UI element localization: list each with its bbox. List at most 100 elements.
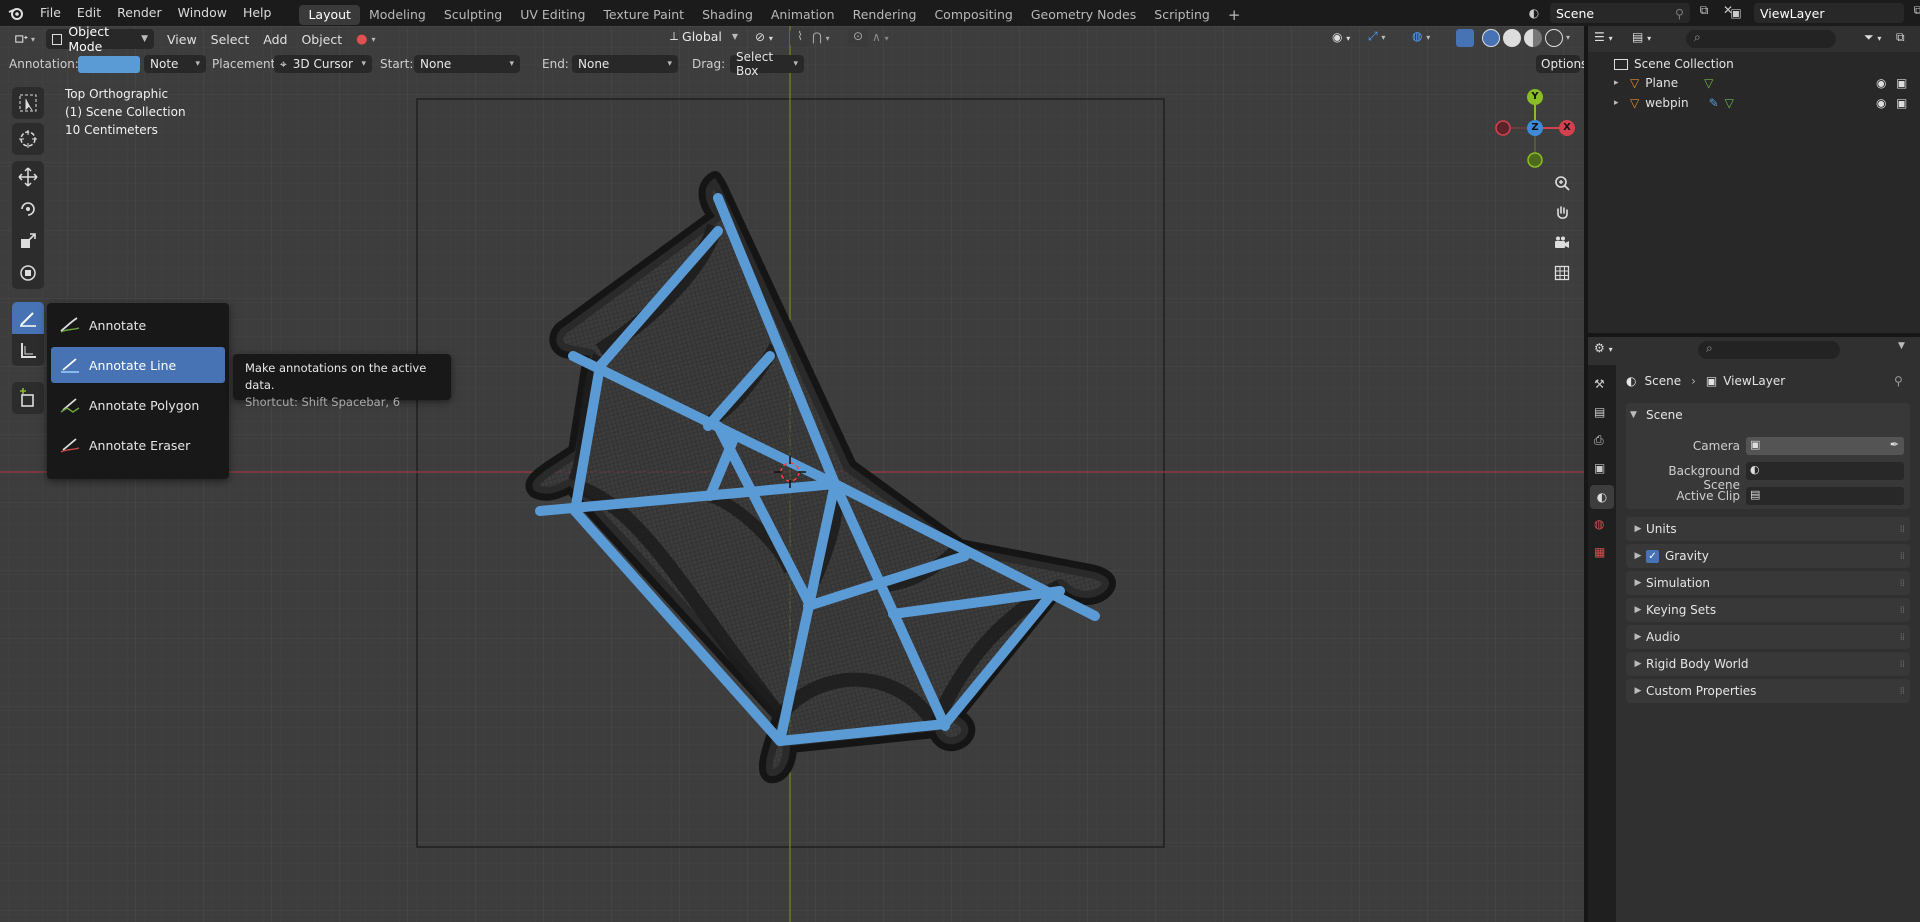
annotation-type-dropdown[interactable]: Note ▾: [144, 55, 206, 73]
gizmo-z-axis[interactable]: Z: [1527, 120, 1543, 136]
xray-toggle-icon[interactable]: [1456, 29, 1474, 47]
snap-toggle-icon[interactable]: ⌇: [790, 29, 810, 47]
scene-name-field[interactable]: Scene ⚲: [1550, 3, 1690, 23]
viewlayer-icon[interactable]: ▣: [1722, 3, 1750, 23]
viewlayer-name-field[interactable]: ViewLayer: [1754, 3, 1904, 23]
wireframe-shading-icon[interactable]: [1482, 29, 1500, 47]
eye-icon[interactable]: ◉: [1876, 96, 1886, 110]
chevron-down-icon[interactable]: ▼: [1898, 341, 1905, 351]
menu-window[interactable]: Window: [170, 0, 235, 26]
chevron-down-icon[interactable]: ▾: [1566, 29, 1570, 47]
pin-icon[interactable]: ⚲: [1675, 6, 1684, 21]
modifier-wrench-icon[interactable]: ✎: [1709, 96, 1719, 110]
eye-icon[interactable]: ◉: [1876, 76, 1886, 90]
zoom-icon[interactable]: [1549, 170, 1575, 196]
outliner-editor-type-icon[interactable]: ☰ ▾: [1594, 30, 1613, 44]
options-dropdown[interactable]: Options ▾: [1536, 55, 1592, 73]
new-collection-icon[interactable]: ⧉: [1896, 30, 1905, 45]
tab-scripting[interactable]: Scripting: [1145, 5, 1219, 25]
grid-ortho-icon[interactable]: [1549, 260, 1575, 286]
world-tab-icon[interactable]: ◍: [1594, 517, 1604, 531]
panel-rigid-body-world[interactable]: ▶ Rigid Body World ⁞⁞: [1626, 652, 1910, 676]
proportional-edit-icon[interactable]: ⊙: [848, 29, 868, 47]
panel-keying-sets[interactable]: ▶ Keying Sets ⁞⁞: [1626, 598, 1910, 622]
outliner-row-plane[interactable]: ▸ ▽ Plane ▽ ◉ ▣: [1588, 73, 1920, 93]
mesh-data-icon[interactable]: ▽: [1704, 76, 1713, 90]
scene-tab-icon[interactable]: ◐: [1590, 485, 1614, 509]
menu-file[interactable]: File: [32, 0, 69, 26]
active-clip-field[interactable]: ▤: [1746, 487, 1904, 505]
camera-field[interactable]: ▣ ✒: [1746, 437, 1904, 455]
panel-simulation[interactable]: ▶ Simulation ⁞⁞: [1626, 571, 1910, 595]
visibility-icon[interactable]: ◉ ▾: [1332, 30, 1350, 44]
measure-tool[interactable]: [12, 334, 44, 366]
view-layer-tab-icon[interactable]: ▣: [1594, 461, 1605, 475]
new-scene-icon[interactable]: ⧉: [1694, 3, 1714, 23]
camera-render-icon[interactable]: ▣: [1896, 76, 1907, 90]
scene-panel-header[interactable]: ▼ Scene: [1630, 408, 1683, 422]
tab-sculpting[interactable]: Sculpting: [435, 5, 511, 25]
solid-shading-icon[interactable]: [1503, 29, 1521, 47]
display-mode-icon[interactable]: ▤ ▾: [1632, 30, 1651, 44]
expand-arrow-icon[interactable]: ▸: [1614, 98, 1628, 108]
tab-texture-paint[interactable]: Texture Paint: [594, 5, 693, 25]
filter-icon[interactable]: ⏷ ▾: [1864, 30, 1881, 45]
menu-object[interactable]: Object: [294, 29, 349, 49]
falloff-icon[interactable]: ∧ ▾: [872, 30, 889, 44]
tab-layout[interactable]: Layout: [299, 4, 360, 25]
rendered-shading-icon[interactable]: [1545, 29, 1563, 47]
overlay-toggle-icon[interactable]: ◍ ▾: [1412, 29, 1430, 43]
tab-rendering[interactable]: Rendering: [844, 5, 926, 25]
popup-item-annotate-line[interactable]: Annotate Line: [51, 347, 225, 383]
tab-uv-editing[interactable]: UV Editing: [511, 5, 594, 25]
drag-handle-icon[interactable]: ⁞⁞: [1900, 578, 1905, 589]
eyedropper-icon[interactable]: ✒: [1890, 438, 1899, 451]
outliner-row-webpin[interactable]: ▸ ▽ webpin ✎ ▽ ◉ ▣: [1588, 93, 1920, 113]
scene-icon[interactable]: ◐: [1522, 3, 1546, 23]
new-viewlayer-icon[interactable]: ⧉: [1908, 3, 1920, 23]
drag-handle-icon[interactable]: ⁞⁞: [1900, 659, 1905, 670]
annotation-color-swatch[interactable]: [78, 56, 140, 73]
drag-handle-icon[interactable]: ⁞⁞: [1900, 524, 1905, 535]
menu-help[interactable]: Help: [235, 0, 280, 26]
camera-render-icon[interactable]: ▣: [1896, 96, 1907, 110]
placement-dropdown[interactable]: ⌖ 3D Cursor ▾: [274, 55, 372, 73]
drag-handle-icon[interactable]: ⁞⁞: [1900, 632, 1905, 643]
expand-arrow-icon[interactable]: ▸: [1614, 78, 1628, 88]
outliner-search-input[interactable]: ⌕: [1686, 30, 1836, 48]
active-annotation-icon[interactable]: ● ▾: [349, 29, 382, 49]
add-cube-tool[interactable]: [12, 382, 44, 414]
select-box-tool[interactable]: [12, 87, 44, 119]
rotate-tool[interactable]: [12, 193, 44, 225]
mesh-data-icon[interactable]: ▽: [1725, 96, 1734, 110]
tab-modeling[interactable]: Modeling: [360, 5, 435, 25]
properties-search-input[interactable]: ⌕: [1698, 341, 1840, 359]
menu-add[interactable]: Add: [256, 29, 294, 49]
transform-tool[interactable]: [12, 257, 44, 289]
menu-render[interactable]: Render: [109, 0, 170, 26]
panel-custom-properties[interactable]: ▶ Custom Properties ⁞⁞: [1626, 679, 1910, 703]
add-workspace-icon[interactable]: +: [1219, 5, 1250, 25]
blender-logo-icon[interactable]: [0, 0, 32, 26]
mode-dropdown[interactable]: Object Mode ▼: [46, 24, 154, 54]
tab-animation[interactable]: Animation: [762, 5, 844, 25]
end-dropdown[interactable]: None ▾: [572, 55, 678, 73]
tab-shading[interactable]: Shading: [693, 5, 762, 25]
drag-handle-icon[interactable]: ⁞⁞: [1900, 605, 1905, 616]
background-scene-field[interactable]: ◐: [1746, 462, 1904, 480]
tool-tab-icon[interactable]: ⚒: [1594, 377, 1605, 391]
gizmo-toggle-icon[interactable]: ⤢ ▾: [1368, 29, 1385, 44]
texture-tab-icon[interactable]: ▦: [1594, 545, 1605, 559]
gravity-checkbox[interactable]: ✓: [1646, 549, 1659, 563]
snap-target-icon[interactable]: ⋂ ▾: [812, 30, 830, 44]
popup-item-annotate-eraser[interactable]: Annotate Eraser: [51, 427, 225, 463]
drag-handle-icon[interactable]: ⁞⁞: [1900, 551, 1905, 562]
3d-viewport[interactable]: [0, 26, 1584, 922]
menu-select[interactable]: Select: [204, 29, 257, 49]
transform-orientation[interactable]: ⟂ Global ▼: [670, 29, 738, 44]
annotate-tool[interactable]: [12, 302, 44, 334]
pin-icon[interactable]: ⚲: [1894, 374, 1903, 388]
gizmo-x-axis[interactable]: X: [1559, 120, 1575, 136]
properties-editor-type-icon[interactable]: ⚙ ▾: [1594, 341, 1613, 355]
menu-view[interactable]: View: [160, 29, 204, 49]
